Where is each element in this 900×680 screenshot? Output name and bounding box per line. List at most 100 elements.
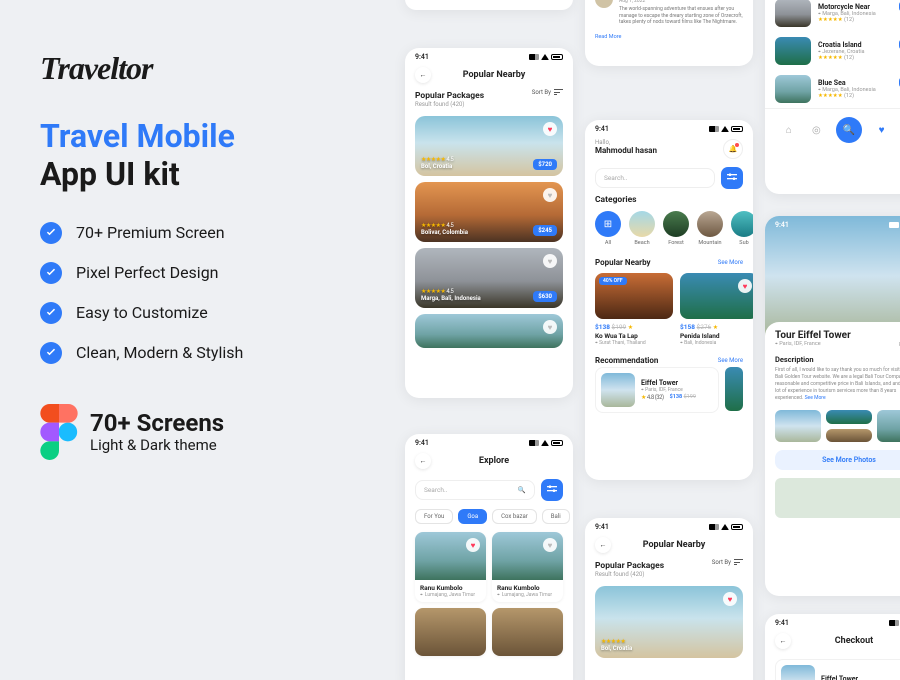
notification-button[interactable]: 🔔 <box>723 139 743 159</box>
price-tag: $630 <box>533 291 557 302</box>
battery-icon <box>731 126 743 132</box>
check-icon <box>40 342 62 364</box>
favorite-button[interactable]: ♥ <box>543 122 557 136</box>
favorite-button[interactable]: ♥ <box>738 279 752 293</box>
see-more-link[interactable]: See More <box>718 357 743 364</box>
card-title: Bol, Croatia <box>601 645 632 652</box>
package-card[interactable]: ♥ <box>415 314 563 348</box>
package-card[interactable]: ♥ ★★★★★ 4.5Marga, Bali, Indonesia $630 <box>415 248 563 308</box>
nav-search-fab[interactable]: 🔍 <box>836 117 862 143</box>
back-button[interactable]: ← <box>775 633 791 649</box>
feature-text: Easy to Customize <box>76 303 208 322</box>
favorite-button[interactable]: ♥ <box>543 320 557 334</box>
brand-logo: Traveltor <box>40 50 370 87</box>
feature-item: 70+ Premium Screen <box>40 222 370 244</box>
filter-button[interactable] <box>541 479 563 501</box>
see-more-photos-button[interactable]: See More Photos <box>775 450 900 470</box>
list-item[interactable]: Motorcycle Near⌖ Marga, Bali, Indonesia★… <box>765 0 900 32</box>
category-item[interactable]: Forest <box>663 211 689 246</box>
package-card[interactable]: ♥ ★★★★★ 4.5Bol, Croatia $720 <box>415 116 563 176</box>
pin-icon: ⌖ <box>595 340 598 346</box>
back-button[interactable]: ← <box>595 537 611 553</box>
explore-card[interactable] <box>415 608 486 656</box>
sort-by[interactable]: Sort By <box>532 89 563 96</box>
package-card[interactable]: ♥ ★★★★★ 4.5Bolivar, Colombia $245 <box>415 182 563 242</box>
screen-title: Explore <box>439 456 549 466</box>
photo-thumb[interactable] <box>826 410 872 424</box>
sort-by[interactable]: Sort By <box>712 559 743 566</box>
read-more-link[interactable]: Read More <box>585 30 753 44</box>
explore-card[interactable]: ♥ Ranu Kumbolo⌖Lumajang, Jawa Timur <box>492 532 563 602</box>
screen-title: Popular Nearby <box>619 540 729 550</box>
favorite-button[interactable]: ♥ <box>543 538 557 552</box>
filter-button[interactable] <box>721 167 743 189</box>
headline-dark: App UI kit <box>40 155 180 193</box>
map-preview[interactable] <box>775 478 900 518</box>
favorite-button[interactable]: ♥ <box>543 188 557 202</box>
recommendation-card-peek[interactable] <box>725 367 743 411</box>
see-more-link[interactable]: See More <box>805 395 826 401</box>
battery-icon <box>731 524 743 530</box>
search-input[interactable]: Search..🔍 <box>415 480 535 500</box>
category-icon <box>629 211 655 237</box>
feature-text: 70+ Premium Screen <box>76 223 225 242</box>
list-stars: ★★★★★ <box>818 93 843 99</box>
signal-icon <box>529 54 539 60</box>
battery-icon <box>551 54 563 60</box>
status-bar: 9:41 <box>405 434 573 449</box>
read-more-link[interactable]: Read More <box>405 0 573 2</box>
package-card[interactable]: ♥ ★★★★★Bol, Croatia <box>595 586 743 658</box>
search-input[interactable]: Search.. <box>595 168 715 188</box>
nearby-card[interactable]: 40% OFF $138 $199 ★ Ko Wua Ta Lap ⌖ Sura… <box>595 273 673 346</box>
sort-icon <box>554 89 563 96</box>
category-item[interactable]: ⊞All <box>595 211 621 246</box>
rec-price: $138 <box>670 394 683 400</box>
chip[interactable]: For You <box>415 509 453 524</box>
explore-card[interactable]: ♥ Ranu Kumbolo⌖Lumajang, Jawa Timur <box>415 532 486 602</box>
card-location: Surat Thani, Thailand <box>599 340 646 346</box>
card-rating: 4.5 <box>446 156 453 163</box>
list-item[interactable]: Croatia Island⌖ Jezerane, Croatia★★★★★ (… <box>765 32 900 70</box>
favorite-button[interactable]: ♥ <box>543 254 557 268</box>
favorite-button[interactable]: ♥ <box>466 538 480 552</box>
back-button[interactable]: ← <box>415 453 431 469</box>
price-tag: $245 <box>533 225 557 236</box>
category-label: Forest <box>668 240 684 246</box>
status-time: 9:41 <box>595 523 609 531</box>
nav-home-icon[interactable]: ⌂ <box>781 122 797 138</box>
favorite-button[interactable]: ♥ <box>723 592 737 606</box>
nav-favorite-icon[interactable]: ♥ <box>874 122 890 138</box>
list-title: Blue Sea <box>818 79 892 87</box>
photo-thumb[interactable] <box>877 410 900 442</box>
explore-card[interactable] <box>492 608 563 656</box>
category-item[interactable]: Sub <box>731 211 753 246</box>
phone-home: 9:41 Hallo,Mahmodul hasan 🔔 Search.. Cat… <box>585 120 753 480</box>
phone-review: Read More Farjana Islam★★★★★ Aug 1, 2022… <box>585 0 753 66</box>
card-title: Bolivar, Colombia <box>421 229 468 236</box>
check-icon <box>40 302 62 324</box>
status-time: 9:41 <box>595 125 609 133</box>
signal-icon <box>709 524 719 530</box>
see-more-link[interactable]: See More <box>718 259 743 266</box>
category-item[interactable]: Beach <box>629 211 655 246</box>
photo-thumb[interactable] <box>826 429 872 443</box>
sort-by-label: Sort By <box>532 89 551 96</box>
checkout-item[interactable]: Eiffel Tower ⌖ Paris, IDF, France <box>775 659 900 680</box>
battery-icon <box>551 440 563 446</box>
search-placeholder: Search.. <box>604 174 627 182</box>
list-count: (12) <box>844 17 854 23</box>
nearby-card[interactable]: ♥ $158 $276 ★ Penida Island ⌖ Bali, Indo… <box>680 273 753 346</box>
recommendation-card[interactable]: Eiffel Tower ⌖ Paris, IDF, France ★ 4.8 … <box>595 367 719 413</box>
nav-compass-icon[interactable]: ◎ <box>808 122 824 138</box>
card-title: Ko Wua Ta Lap <box>595 332 673 340</box>
chip-active[interactable]: Goa <box>458 509 487 524</box>
back-button[interactable]: ← <box>415 67 431 83</box>
rec-image <box>601 373 635 407</box>
category-item[interactable]: Mountain <box>697 211 723 246</box>
photo-thumb[interactable] <box>775 410 821 442</box>
pin-icon: ⌖ <box>420 592 423 598</box>
list-item[interactable]: Blue Sea⌖ Marga, Bali, Indonesia★★★★★ (1… <box>765 70 900 108</box>
chip[interactable]: Cox bazar <box>492 509 537 524</box>
chip[interactable]: Bali <box>542 509 570 524</box>
status-bar: 9:41 <box>405 48 573 63</box>
